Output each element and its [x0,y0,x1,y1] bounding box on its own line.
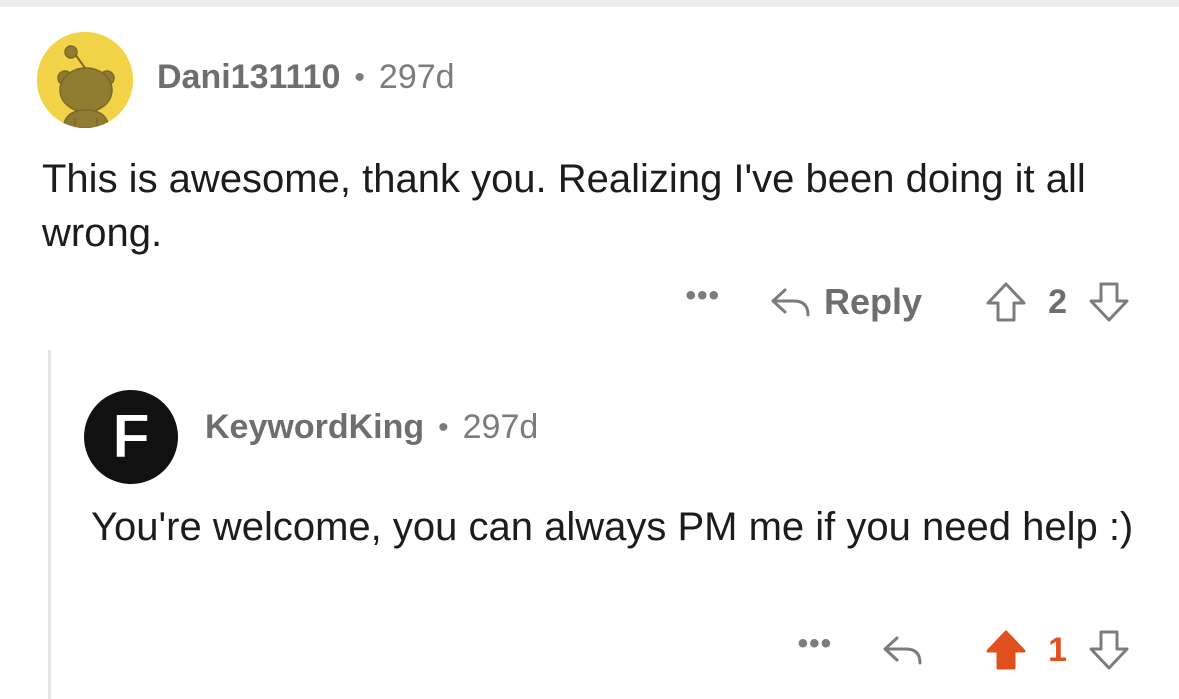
reply-button[interactable] [882,634,924,666]
vote-score: 1 [1048,630,1067,669]
downvote-icon[interactable] [1087,628,1131,672]
separator-dot: • [354,60,365,94]
avatar-letter: F [112,402,151,471]
username[interactable]: KeywordKing [205,408,424,447]
reply-label: Reply [824,281,923,322]
vote-controls: 1 [984,628,1131,672]
comment-age: 297d [462,408,539,446]
avatar[interactable]: F [84,390,178,484]
separator-dot: • [438,410,449,444]
reply-arrow-icon [882,634,924,666]
username[interactable]: Dani131110 [157,58,340,97]
comment-body: This is awesome, thank you. Realizing I'… [42,157,1086,255]
comment-meta: Dani131110 • 297d [157,58,455,97]
comment-age: 297d [378,58,455,96]
more-options-button[interactable]: ••• [798,629,833,659]
comment-actions: ••• Reply 2 [686,278,1131,326]
vote-controls: 2 [984,280,1131,324]
comment-dani131110: Dani131110 • 297d This is awesome, thank… [0,0,1179,340]
reply-arrow-icon [770,286,812,318]
upvote-icon[interactable] [984,280,1028,324]
upvote-icon[interactable] [984,628,1028,672]
comment-body: You're welcome, you can always PM me if … [91,505,1134,549]
reply-button[interactable]: Reply [770,281,922,323]
more-options-button[interactable]: ••• [686,281,721,311]
comment-actions: ••• 1 [798,626,1131,674]
comment-meta: KeywordKing • 297d [205,408,538,447]
snoo-avatar-icon[interactable] [37,32,133,128]
vote-score: 2 [1048,282,1067,321]
downvote-icon[interactable] [1087,280,1131,324]
